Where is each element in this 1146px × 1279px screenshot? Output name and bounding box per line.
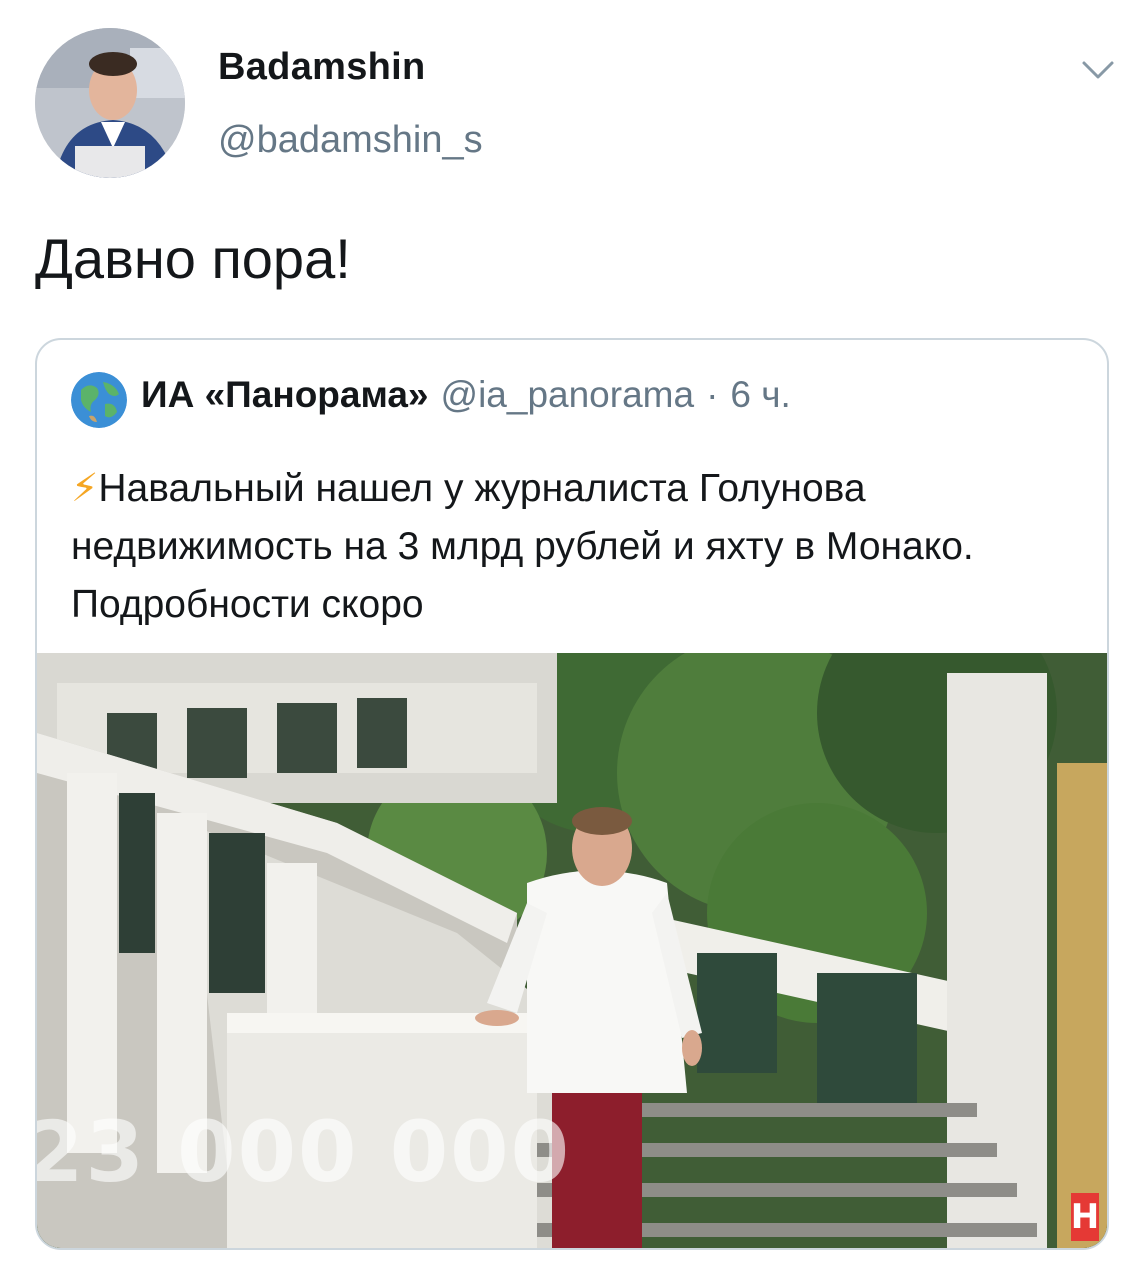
separator-dot: · [706, 374, 719, 415]
quoted-header: ИА «Панорама» @ia_panorama · 6 ч. [141, 374, 791, 416]
quoted-tweet[interactable]: ИА «Панорама» @ia_panorama · 6 ч. ⚡Навал… [35, 338, 1109, 1250]
quoted-timestamp[interactable]: 6 ч. [730, 374, 790, 416]
author-avatar[interactable] [35, 28, 185, 178]
globe-icon[interactable] [71, 372, 127, 428]
quoted-handle[interactable]: @ia_panorama [441, 374, 695, 416]
author-handle[interactable]: @badamshin_s [218, 119, 483, 162]
quoted-text-body: Навальный нашел у журналиста Голунова не… [71, 467, 974, 626]
lightning-icon: ⚡ [71, 467, 99, 510]
media-overlay-number: 23 000 000 [37, 1103, 572, 1201]
chevron-down-icon[interactable] [1080, 58, 1116, 82]
tweet-text: Давно пора! [35, 227, 351, 290]
quoted-name[interactable]: ИА «Панорама» [141, 374, 429, 416]
quoted-text: ⚡Навальный нашел у журналиста Голунова н… [71, 460, 1081, 634]
channel-logo: Н [1071, 1193, 1099, 1241]
quoted-media-image[interactable]: 23 000 000 Н [37, 653, 1107, 1248]
author-display-name[interactable]: Badamshin [218, 46, 426, 89]
